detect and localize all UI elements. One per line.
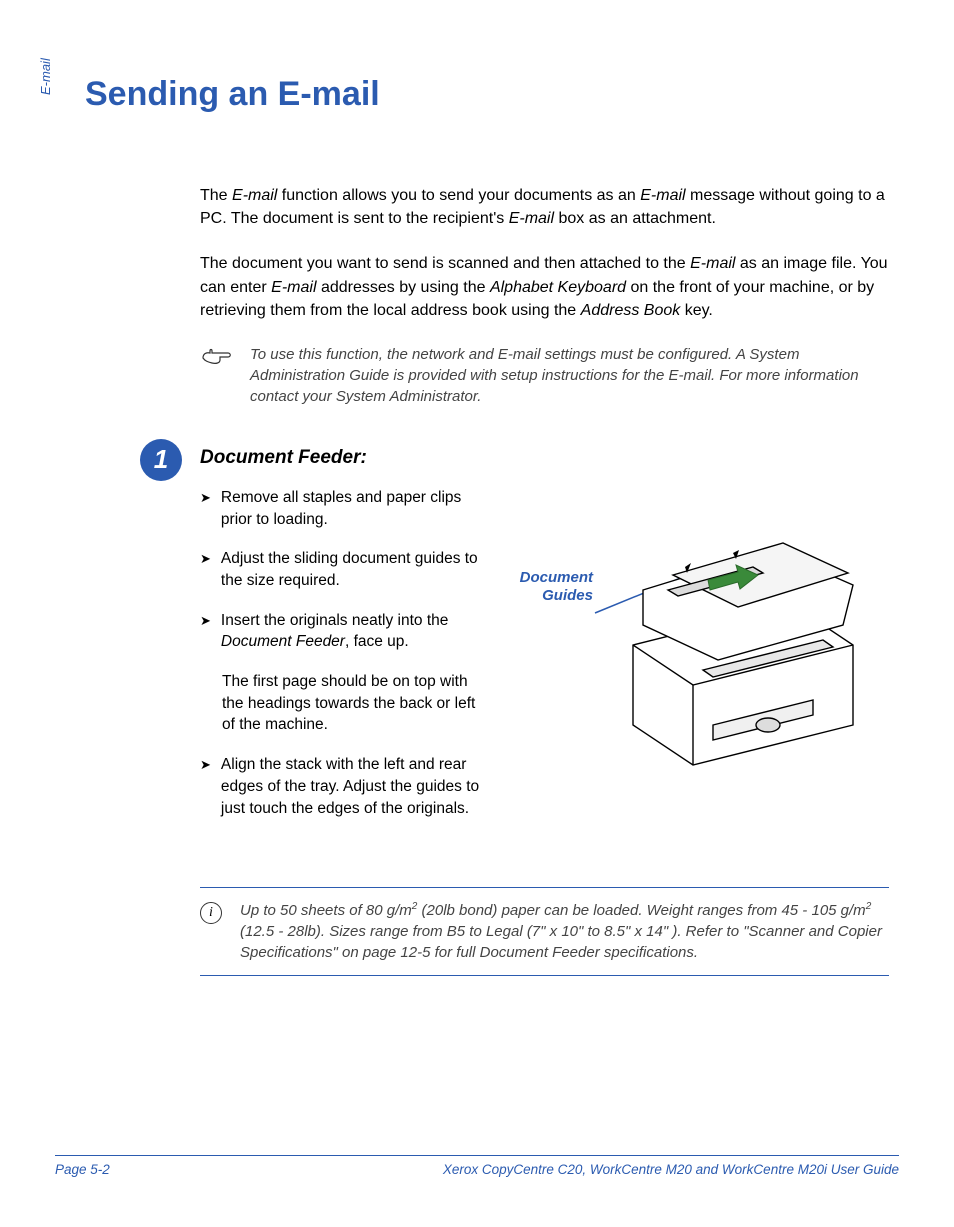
em-address-book: Address Book bbox=[581, 302, 681, 319]
text: function allows you to send your documen… bbox=[277, 187, 640, 204]
info-note-text: Up to 50 sheets of 80 g/m 2 (20lb bond) p… bbox=[240, 900, 889, 963]
list-item: ➤Adjust the sliding document guides to t… bbox=[200, 548, 480, 591]
em-email: E-mail bbox=[232, 187, 277, 204]
divider bbox=[200, 887, 889, 888]
printer-illustration-icon bbox=[553, 495, 893, 795]
list-item: ➤Remove all staples and paper clips prio… bbox=[200, 487, 480, 530]
config-note: To use this function, the network and E-… bbox=[200, 344, 889, 407]
em-document-feeder: Document Feeder bbox=[221, 633, 345, 650]
intro-paragraph-2: The document you want to send is scanned… bbox=[200, 252, 889, 322]
text: key. bbox=[680, 302, 713, 319]
bullet-text: Align the stack with the left and rear e… bbox=[221, 754, 480, 819]
text: Insert the originals neatly into the bbox=[221, 612, 448, 629]
bullet-text: Remove all staples and paper clips prior… bbox=[221, 487, 480, 530]
em-alphabet-keyboard: Alphabet Keyboard bbox=[490, 279, 626, 296]
text: box as an attachment. bbox=[554, 210, 716, 227]
intro-paragraph-1: The E-mail function allows you to send y… bbox=[200, 184, 889, 230]
superscript: 2 bbox=[866, 901, 872, 912]
page-number: Page 5-2 bbox=[55, 1162, 110, 1177]
text: Up to 50 sheets of 80 g/m bbox=[240, 902, 412, 919]
info-section: i Up to 50 sheets of 80 g/m 2 (20lb bond)… bbox=[200, 887, 889, 976]
main-content: The E-mail function allows you to send y… bbox=[200, 184, 889, 407]
info-icon: i bbox=[200, 902, 222, 924]
text: , face up. bbox=[345, 633, 409, 650]
text: (20lb bond) paper can be loaded. Weight … bbox=[417, 902, 865, 919]
step-number: 1 bbox=[154, 444, 168, 475]
em-email: E-mail bbox=[690, 255, 735, 272]
guide-title: Xerox CopyCentre C20, WorkCentre M20 and… bbox=[443, 1162, 899, 1177]
text: The document you want to send is scanned… bbox=[200, 255, 690, 272]
list-item: ➤Align the stack with the left and rear … bbox=[200, 754, 480, 819]
em-email: E-mail bbox=[271, 279, 316, 296]
step-heading: Document Feeder: bbox=[200, 447, 899, 469]
bullet-arrow-icon: ➤ bbox=[200, 487, 211, 530]
step-instructions: ➤Remove all staples and paper clips prio… bbox=[200, 487, 480, 837]
config-note-text: To use this function, the network and E-… bbox=[250, 344, 889, 407]
bullet-subtext: The first page should be on top with the… bbox=[222, 671, 480, 736]
list-item: ➤Insert the originals neatly into the Do… bbox=[200, 610, 480, 653]
step-illustration: Document Guides bbox=[508, 487, 899, 837]
bullet-arrow-icon: ➤ bbox=[200, 754, 211, 819]
step-number-badge: 1 bbox=[140, 439, 182, 481]
text: The bbox=[200, 187, 232, 204]
bullet-text: Adjust the sliding document guides to th… bbox=[221, 548, 480, 591]
em-email: E-mail bbox=[640, 187, 685, 204]
step-1: 1 Document Feeder: ➤Remove all staples a… bbox=[140, 447, 899, 837]
text: addresses by using the bbox=[317, 279, 490, 296]
page-title: Sending an E-mail bbox=[85, 75, 899, 114]
bullet-text: Insert the originals neatly into the Doc… bbox=[221, 610, 480, 653]
text: (12.5 - 28lb). Sizes range from B5 to Le… bbox=[240, 923, 882, 961]
em-email: E-mail bbox=[509, 210, 554, 227]
sidebar-section-label: E-mail bbox=[38, 58, 53, 95]
divider bbox=[200, 975, 889, 976]
page-footer: Page 5-2 Xerox CopyCentre C20, WorkCentr… bbox=[55, 1155, 899, 1177]
pointing-hand-icon bbox=[200, 344, 236, 407]
bullet-arrow-icon: ➤ bbox=[200, 548, 211, 591]
bullet-arrow-icon: ➤ bbox=[200, 610, 211, 653]
